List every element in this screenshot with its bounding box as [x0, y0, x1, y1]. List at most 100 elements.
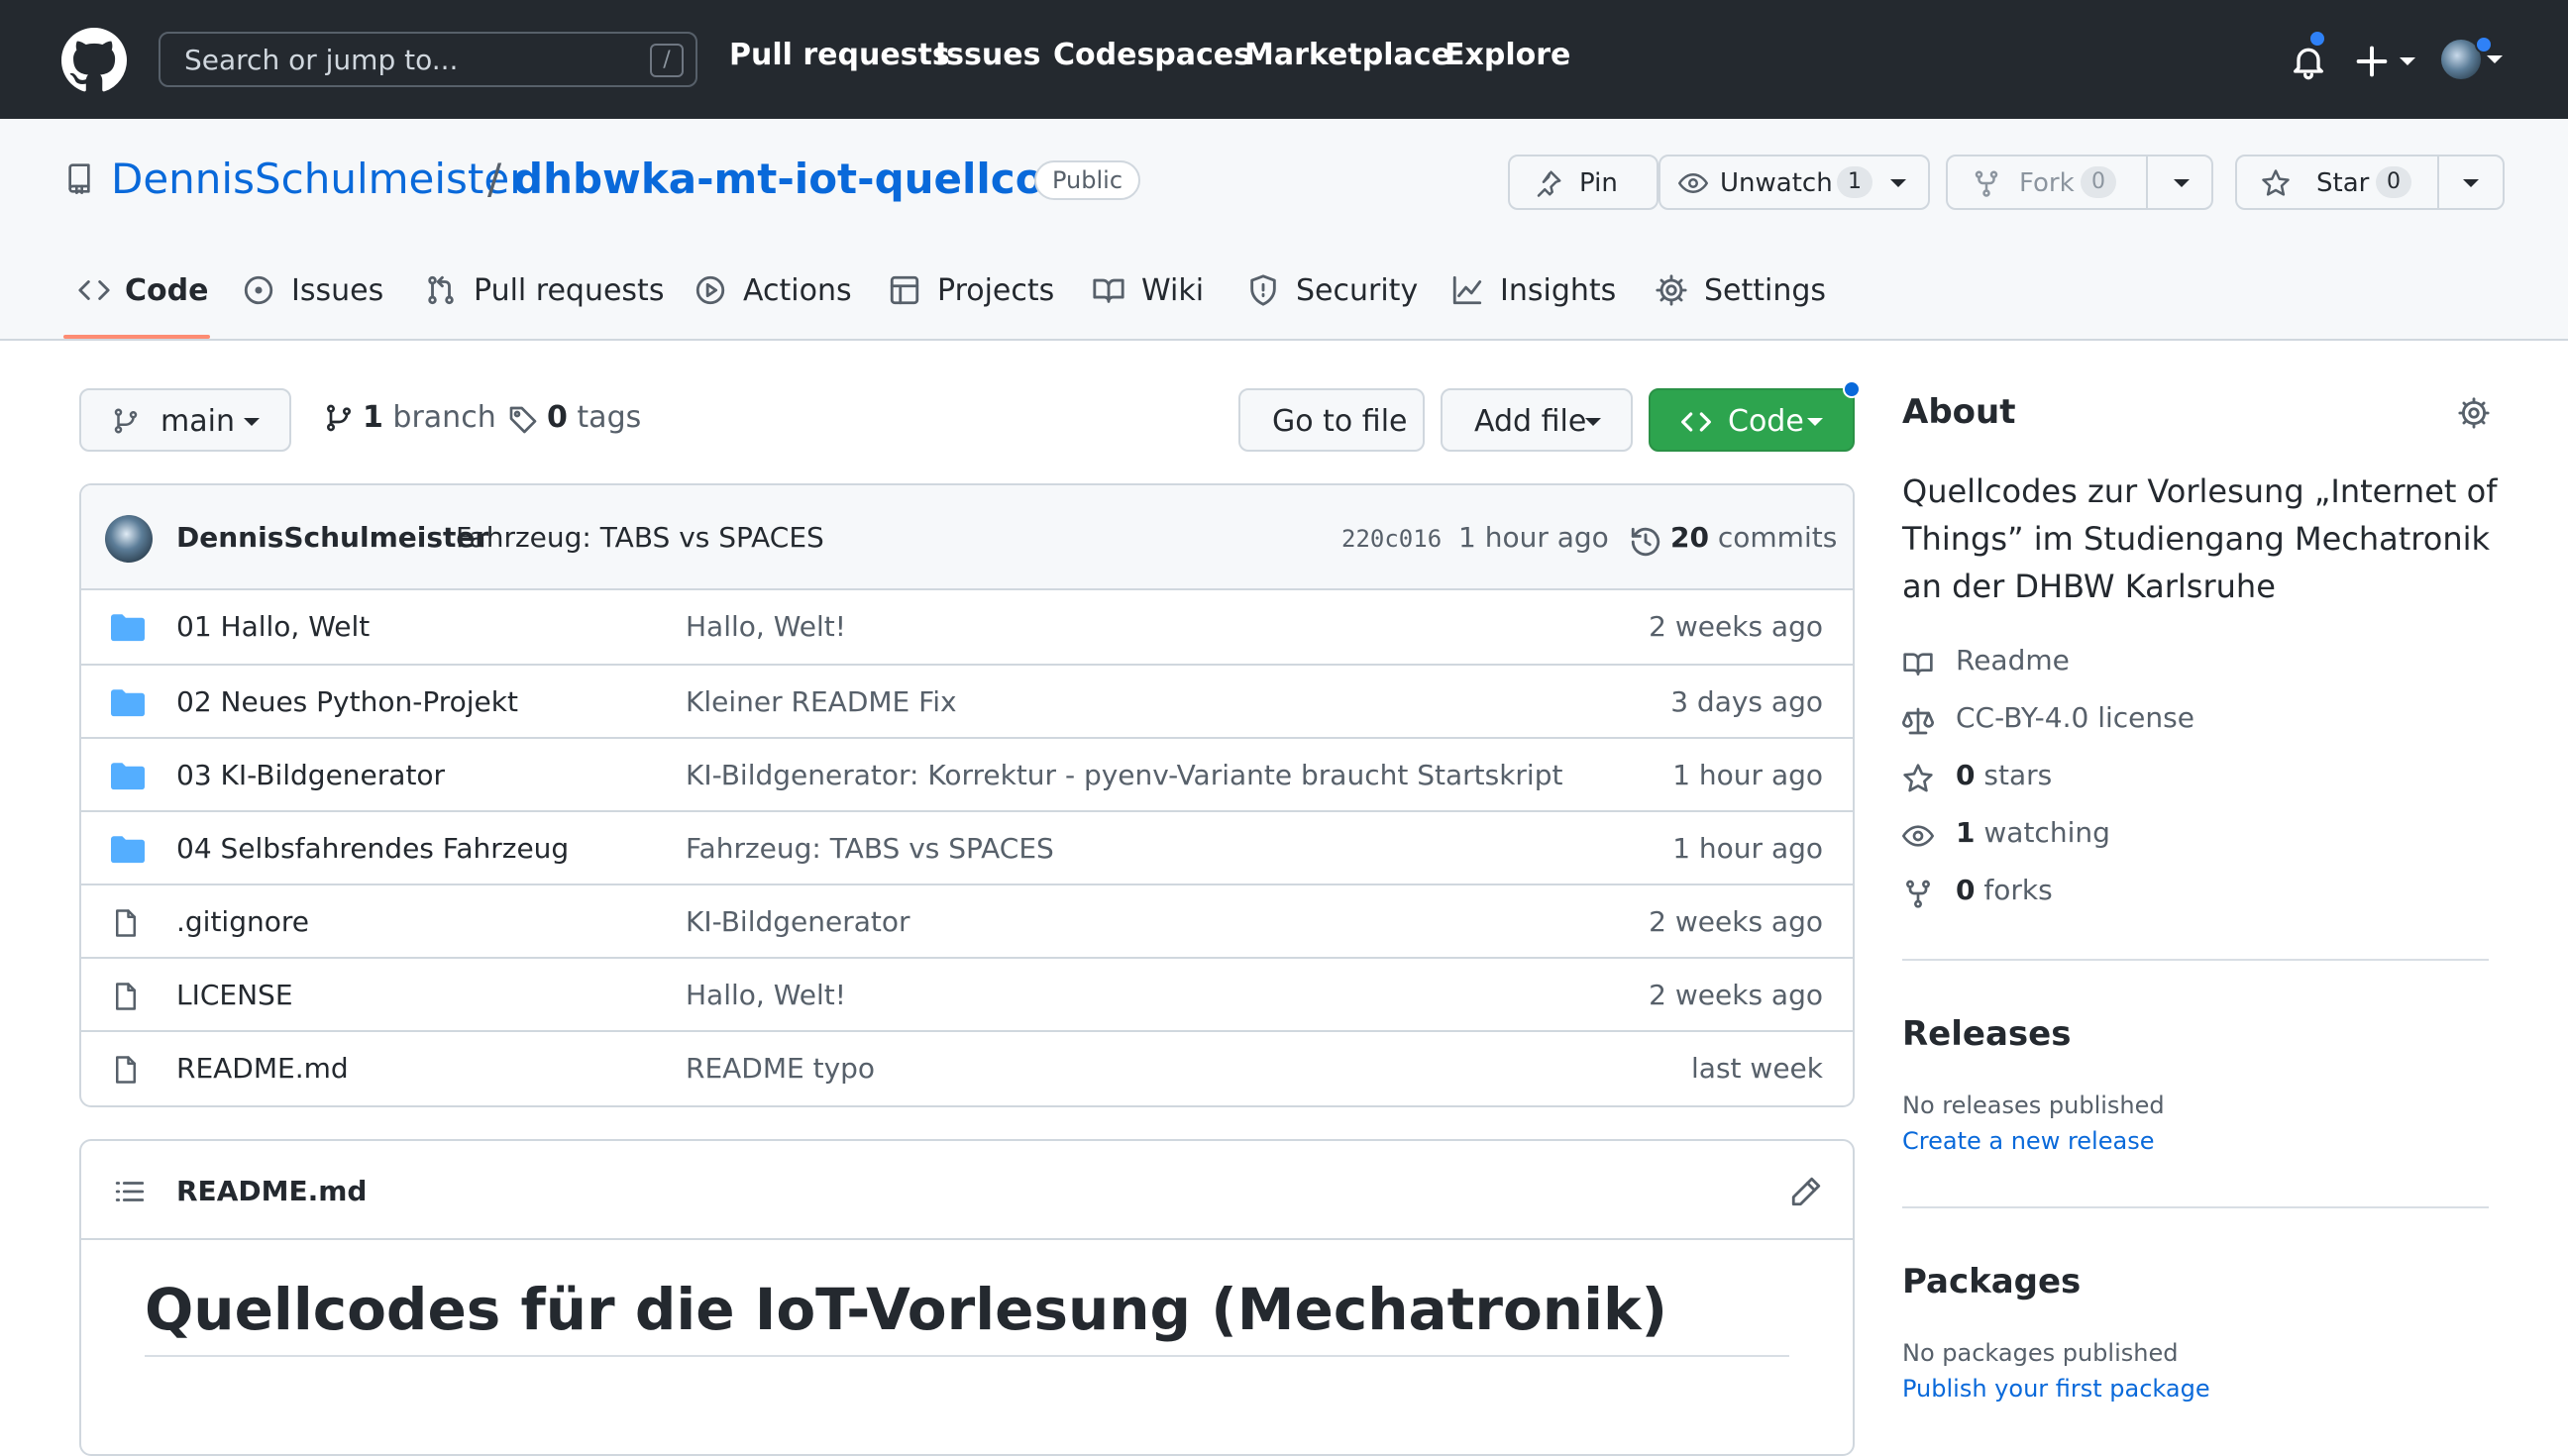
table-row[interactable]: 04 Selbsfahrendes Fahrzeug Fahrzeug: TABS… — [81, 810, 1853, 884]
tag-icon — [507, 404, 539, 436]
commit-message[interactable]: Fahrzeug: TABS vs SPACES — [456, 521, 824, 554]
tab-pull-requests-label: Pull requests — [474, 273, 665, 308]
code-button-label: Code — [1728, 404, 1804, 439]
latest-commit-bar: DennisSchulmeister Fahrzeug: TABS vs SPA… — [81, 485, 1853, 590]
insights-icon — [1450, 273, 1484, 307]
search-input[interactable]: Search or jump to... / — [159, 32, 697, 87]
book-icon — [1902, 648, 1934, 679]
file-commit-message[interactable]: Fahrzeug: TABS vs SPACES — [686, 832, 1054, 865]
watching-count: 1 — [1956, 816, 1976, 849]
file-commit-message[interactable]: Hallo, Welt! — [686, 979, 846, 1011]
commit-author-avatar[interactable] — [105, 515, 153, 563]
branch-name: main — [160, 404, 235, 439]
search-placeholder: Search or jump to... — [184, 44, 459, 76]
nav-pull-requests[interactable]: Pull requests — [729, 38, 950, 72]
star-dropdown-caret[interactable] — [2463, 179, 2479, 187]
file-name[interactable]: 02 Neues Python-Projekt — [176, 685, 518, 718]
releases-title[interactable]: Releases — [1902, 1014, 2071, 1054]
commit-sha[interactable]: 220c016 — [1341, 525, 1442, 553]
unwatch-dropdown-caret — [1890, 179, 1906, 187]
forks-count: 0 — [1956, 874, 1976, 906]
file-name[interactable]: 04 Selbsfahrendes Fahrzeug — [176, 832, 569, 865]
issue-icon — [242, 273, 275, 307]
branch-select-button[interactable]: main — [79, 388, 291, 452]
repo-path-separator: / — [487, 155, 502, 203]
table-row[interactable]: 02 Neues Python-Projekt Kleiner README Fi… — [81, 664, 1853, 737]
gear-icon[interactable] — [2457, 396, 2491, 430]
nav-codespaces[interactable]: Codespaces — [1053, 38, 1251, 72]
file-commit-message[interactable]: KI-Bildgenerator — [686, 905, 910, 938]
file-commit-age: 2 weeks ago — [1649, 979, 1823, 1011]
file-name[interactable]: LICENSE — [176, 979, 293, 1011]
repo-owner-link[interactable]: DennisSchulmeister — [111, 155, 527, 203]
publish-package-link[interactable]: Publish your first package — [1902, 1375, 2210, 1403]
fork-dropdown-caret[interactable] — [2174, 179, 2190, 187]
folder-icon — [111, 612, 145, 642]
bell-icon[interactable] — [2289, 42, 2328, 81]
nav-issues[interactable]: Issues — [935, 38, 1040, 72]
forks-word: forks — [1983, 874, 2053, 906]
table-row[interactable]: 03 KI-Bildgenerator KI-Bildgenerator: Kor… — [81, 737, 1853, 810]
pencil-icon[interactable] — [1789, 1175, 1823, 1208]
file-name[interactable]: 03 KI-Bildgenerator — [176, 759, 445, 791]
security-icon — [1246, 273, 1280, 307]
nav-marketplace[interactable]: Marketplace — [1244, 38, 1451, 72]
star-count: 0 — [2376, 166, 2411, 198]
github-logo-icon[interactable] — [61, 28, 127, 93]
file-commit-age: last week — [1691, 1052, 1823, 1085]
tab-projects-label: Projects — [937, 273, 1055, 308]
folder-icon — [111, 687, 145, 717]
avatar-menu-caret[interactable] — [2487, 55, 2503, 63]
unwatch-button[interactable]: Unwatch 1 — [1658, 155, 1930, 210]
unwatch-label: Unwatch — [1720, 168, 1833, 198]
packages-title[interactable]: Packages — [1902, 1262, 2081, 1301]
commit-time: 1 hour ago — [1458, 521, 1609, 554]
readme-filename[interactable]: README.md — [176, 1175, 367, 1207]
wiki-icon — [1092, 273, 1125, 307]
table-row[interactable]: 01 Hallo, Welt Hallo, Welt! 2 weeks ago — [81, 590, 1853, 664]
list-icon[interactable] — [113, 1175, 147, 1208]
pin-button[interactable]: Pin — [1508, 155, 1658, 210]
file-icon — [111, 907, 145, 937]
tab-actions-label: Actions — [743, 273, 852, 308]
branch-word: branch — [392, 400, 496, 435]
go-to-file-button[interactable]: Go to file — [1238, 388, 1425, 452]
code-button[interactable]: Code — [1649, 388, 1855, 452]
file-commit-message[interactable]: Hallo, Welt! — [686, 610, 846, 643]
pin-label: Pin — [1579, 168, 1618, 198]
file-name[interactable]: 01 Hallo, Welt — [176, 610, 370, 643]
eye-outline-icon — [1902, 820, 1934, 852]
file-commit-message[interactable]: Kleiner README Fix — [686, 685, 957, 718]
tag-count: 0 — [547, 400, 568, 435]
sidebar-divider — [1902, 1206, 2489, 1208]
table-row[interactable]: README.md README typo last week — [81, 1030, 1853, 1103]
create-release-link[interactable]: Create a new release — [1902, 1127, 2154, 1155]
create-new-button[interactable] — [2352, 42, 2421, 81]
commit-count: 20 — [1670, 521, 1709, 554]
star-icon — [2261, 168, 2291, 198]
file-commit-age: 1 hour ago — [1672, 759, 1823, 791]
table-row[interactable]: .gitignore KI-Bildgenerator 2 weeks ago — [81, 884, 1853, 957]
tab-wiki-label: Wiki — [1141, 273, 1205, 308]
fork-outline-icon — [1902, 878, 1934, 909]
branch-dropdown-caret — [244, 418, 260, 426]
file-commit-age: 2 weeks ago — [1649, 610, 1823, 643]
fork-count: 0 — [2081, 166, 2116, 198]
commits-link[interactable]: 20 commits — [1670, 521, 1837, 554]
file-icon — [111, 981, 145, 1010]
star-button[interactable]: Star 0 — [2235, 155, 2505, 210]
tab-code-label: Code — [125, 273, 209, 308]
file-commit-message[interactable]: KI-Bildgenerator: Korrektur - pyenv-Vari… — [686, 759, 1562, 791]
nav-explore[interactable]: Explore — [1444, 38, 1570, 72]
add-file-button[interactable]: Add file — [1441, 388, 1633, 452]
file-name[interactable]: README.md — [176, 1052, 349, 1085]
file-name[interactable]: .gitignore — [176, 905, 309, 938]
license-label: CC-BY-4.0 license — [1956, 701, 2194, 734]
commit-author[interactable]: DennisSchulmeister — [176, 521, 488, 554]
table-row[interactable]: LICENSE Hallo, Welt! 2 weeks ago — [81, 957, 1853, 1030]
fork-button[interactable]: Fork 0 — [1946, 155, 2213, 210]
code-icon — [77, 273, 111, 307]
visibility-badge: Public — [1034, 160, 1141, 200]
file-commit-message[interactable]: README typo — [686, 1052, 875, 1085]
readme-heading: Quellcodes für die IoT-Vorlesung (Mechat… — [145, 1276, 1789, 1357]
